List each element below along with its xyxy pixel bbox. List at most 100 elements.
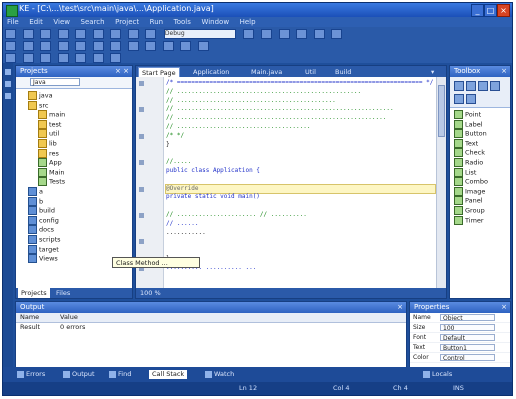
fold-marker-icon[interactable] bbox=[139, 160, 144, 166]
cut-icon[interactable] bbox=[75, 29, 87, 39]
fold-marker-icon[interactable] bbox=[139, 81, 144, 86]
projects-filter-select[interactable]: Java bbox=[30, 78, 80, 86]
refresh-icon[interactable] bbox=[454, 94, 464, 104]
open-folder-icon[interactable] bbox=[22, 29, 34, 39]
run-icon[interactable] bbox=[243, 29, 255, 39]
code-line[interactable] bbox=[166, 237, 435, 246]
code-line[interactable]: /* =====================================… bbox=[166, 79, 435, 88]
align-right-icon[interactable] bbox=[57, 53, 69, 63]
code-line[interactable]: // .....................................… bbox=[166, 97, 435, 106]
menu-edit[interactable]: Edit bbox=[29, 17, 43, 27]
zoom-in-icon[interactable] bbox=[92, 53, 104, 63]
tab-locals[interactable]: Locals bbox=[423, 370, 452, 379]
tree-item[interactable]: a bbox=[16, 186, 132, 197]
find-icon[interactable] bbox=[313, 29, 325, 39]
tab-build[interactable]: Build bbox=[332, 67, 354, 77]
code-line[interactable]: } bbox=[166, 141, 435, 150]
align-center-icon[interactable] bbox=[40, 53, 52, 63]
tree-item[interactable]: Main bbox=[16, 167, 132, 178]
menu-view[interactable]: View bbox=[53, 17, 70, 27]
align-left-icon[interactable] bbox=[22, 53, 34, 63]
format-icon[interactable] bbox=[110, 41, 122, 51]
tree-item[interactable]: util bbox=[16, 129, 132, 139]
toolbox-item[interactable]: Panel bbox=[450, 196, 510, 206]
bookmark-icon[interactable] bbox=[331, 29, 343, 39]
code-line[interactable]: // .....................................… bbox=[166, 105, 435, 114]
tree-item[interactable]: scripts bbox=[16, 234, 132, 245]
menu-search[interactable]: Search bbox=[81, 17, 105, 27]
server-explorer-icon[interactable] bbox=[5, 69, 11, 75]
toolbox-item[interactable]: Label bbox=[450, 119, 510, 130]
code-line[interactable] bbox=[166, 246, 435, 255]
code-line[interactable]: // .....................................… bbox=[166, 114, 435, 123]
menu-project[interactable]: Project bbox=[115, 17, 139, 27]
column-name[interactable]: Name bbox=[20, 313, 39, 322]
toolbox-item[interactable]: Timer bbox=[450, 215, 510, 226]
toolbox-item[interactable]: Text bbox=[450, 138, 510, 149]
tab-util[interactable]: Util bbox=[302, 67, 319, 77]
minimize-button[interactable]: _ bbox=[471, 4, 484, 17]
configuration-select[interactable]: Debug bbox=[163, 29, 236, 39]
tabs-overflow-icon[interactable]: ▾ bbox=[428, 67, 437, 77]
tree-item[interactable]: config bbox=[16, 215, 132, 226]
zoom-level[interactable]: 100 % bbox=[140, 289, 161, 297]
close-button[interactable]: × bbox=[497, 4, 510, 17]
toolbox-tab-icon[interactable] bbox=[5, 81, 11, 87]
code-line[interactable] bbox=[166, 202, 435, 211]
menu-tools[interactable]: Tools bbox=[174, 17, 191, 27]
breakpoint-icon[interactable] bbox=[180, 41, 192, 51]
tab-find[interactable]: Find bbox=[109, 370, 131, 379]
pointer-icon[interactable] bbox=[454, 81, 464, 91]
tree-item[interactable]: docs bbox=[16, 225, 132, 235]
property-value[interactable]: Object bbox=[440, 314, 495, 321]
save-icon[interactable] bbox=[40, 29, 52, 39]
stop-icon[interactable] bbox=[278, 29, 290, 39]
property-value[interactable]: 100 bbox=[440, 324, 495, 331]
classes-tab-icon[interactable] bbox=[5, 93, 11, 99]
tree-item[interactable]: target bbox=[16, 244, 132, 255]
tab-call-stack[interactable]: Call Stack bbox=[149, 370, 188, 379]
code-line[interactable]: // ...... bbox=[166, 220, 435, 229]
code-line[interactable]: } bbox=[166, 255, 435, 264]
save-all-icon[interactable] bbox=[57, 29, 69, 39]
undo-icon[interactable] bbox=[127, 29, 139, 39]
toolbox-item[interactable]: Check bbox=[450, 148, 510, 158]
search-icon[interactable] bbox=[490, 81, 500, 91]
step-into-icon[interactable] bbox=[145, 41, 157, 51]
tree-item[interactable]: src bbox=[16, 100, 132, 111]
step-out-icon[interactable] bbox=[162, 41, 174, 51]
maximize-button[interactable]: □ bbox=[484, 4, 497, 17]
tab-main-java[interactable]: Main.java bbox=[248, 67, 285, 77]
editor-vertical-scrollbar[interactable] bbox=[436, 77, 446, 288]
indent-icon[interactable] bbox=[40, 41, 52, 51]
property-value[interactable]: Default bbox=[440, 334, 495, 341]
expand-icon[interactable] bbox=[466, 94, 476, 104]
toolbox-item[interactable]: Image bbox=[450, 186, 510, 197]
redo-icon[interactable] bbox=[145, 29, 157, 39]
tab-files[interactable]: Files bbox=[56, 288, 70, 298]
column-value[interactable]: Value bbox=[60, 313, 78, 322]
code-line[interactable] bbox=[166, 176, 435, 185]
category-icon[interactable] bbox=[466, 81, 476, 91]
code-line[interactable]: // .....................................… bbox=[166, 88, 435, 97]
tab-application[interactable]: Application bbox=[190, 67, 232, 77]
paste-icon[interactable] bbox=[110, 29, 122, 39]
toolbox-item[interactable]: Button bbox=[450, 129, 510, 139]
toolbox-item[interactable]: List bbox=[450, 167, 510, 178]
fold-marker-icon[interactable] bbox=[139, 186, 144, 192]
code-line[interactable]: //..... bbox=[166, 158, 435, 167]
code-line[interactable]: ........... bbox=[166, 229, 435, 238]
back-icon[interactable] bbox=[5, 41, 16, 51]
scrollbar-thumb[interactable] bbox=[438, 85, 445, 137]
tree-item[interactable]: res bbox=[16, 148, 132, 159]
tab-watch[interactable]: Watch bbox=[205, 370, 234, 379]
watch-icon[interactable] bbox=[198, 41, 210, 51]
build-icon[interactable] bbox=[296, 29, 308, 39]
comment-icon[interactable] bbox=[75, 41, 87, 51]
tab-projects[interactable]: Projects bbox=[18, 288, 50, 298]
tree-item[interactable]: java bbox=[16, 91, 132, 101]
tree-item[interactable]: main bbox=[16, 110, 132, 120]
grid-icon[interactable] bbox=[75, 53, 87, 63]
code-line[interactable]: // ..................................... bbox=[166, 123, 435, 132]
toolbox-item[interactable]: Group bbox=[450, 205, 510, 216]
